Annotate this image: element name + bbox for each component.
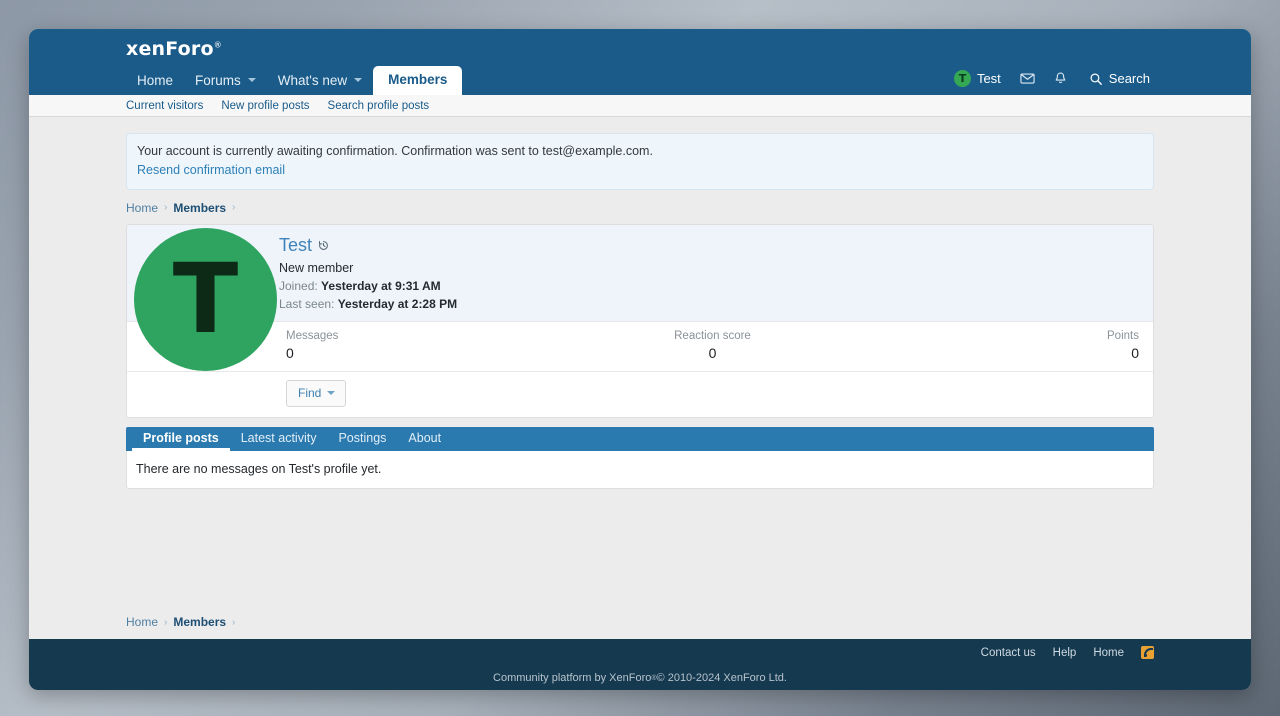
nav-item-whats-new[interactable]: What's new	[267, 68, 373, 96]
stat-points-label: Points	[855, 330, 1139, 342]
chevron-down-icon	[327, 391, 335, 395]
rss-icon[interactable]	[1141, 646, 1154, 659]
profile-stats: Messages 0 Reaction score 0 Points 0	[127, 321, 1153, 371]
tab-latest-activity[interactable]: Latest activity	[230, 427, 328, 451]
breadcrumb-separator: ›	[164, 617, 167, 628]
chevron-down-icon[interactable]	[354, 78, 362, 82]
page-body: Your account is currently awaiting confi…	[29, 117, 1251, 639]
stat-points: Points 0	[855, 330, 1139, 361]
stat-points-value: 0	[855, 345, 1139, 361]
find-button-label: Find	[298, 386, 321, 400]
footer-links: Contact us Help Home	[126, 639, 1154, 666]
breadcrumb-item-home[interactable]: Home	[126, 201, 158, 215]
subnav-item-new-profile-posts[interactable]: New profile posts	[221, 100, 309, 112]
footer-link-help[interactable]: Help	[1053, 647, 1077, 659]
joined-label: Joined:	[279, 279, 318, 293]
avatar[interactable]: T	[134, 228, 277, 371]
inbox-button[interactable]	[1011, 67, 1044, 90]
profile-tabs: Profile posts Latest activity Postings A…	[126, 427, 1154, 451]
breadcrumb: Home › Members ›	[126, 190, 1154, 224]
footer-copyright: Community platform by XenForo® © 2010-20…	[29, 666, 1251, 690]
breadcrumb-bottom: Home › Members ›	[29, 615, 1251, 629]
nav-item-members[interactable]: Members	[373, 66, 462, 96]
breadcrumb-item-members[interactable]: Members	[173, 201, 226, 215]
alerts-button[interactable]	[1044, 67, 1077, 90]
visitor-menu[interactable]: T Test	[948, 66, 1011, 91]
search-icon	[1089, 72, 1103, 86]
stat-messages: Messages 0	[286, 330, 570, 361]
secondary-navigation: Current visitors New profile posts Searc…	[29, 95, 1251, 117]
envelope-icon	[1020, 71, 1035, 86]
nav-item-members-label: Members	[388, 73, 447, 87]
search-button[interactable]: Search	[1077, 67, 1154, 90]
bell-icon	[1053, 71, 1068, 86]
stat-reaction-score-label: Reaction score	[570, 330, 854, 342]
breadcrumb-separator: ›	[232, 202, 235, 213]
account-confirmation-notice: Your account is currently awaiting confi…	[126, 133, 1154, 190]
main-navigation: Home Forums What's new Members T Tes	[126, 65, 1154, 95]
user-title: New member	[279, 261, 1139, 275]
breadcrumb-bottom-item-members[interactable]: Members	[173, 615, 226, 629]
visitor-name: Test	[977, 71, 1001, 86]
stat-reaction-score-value: 0	[570, 345, 854, 361]
site-logo-trademark: ®	[214, 41, 222, 50]
stat-messages-value: 0	[286, 345, 570, 361]
subnav-item-search-profile-posts[interactable]: Search profile posts	[328, 100, 430, 112]
profile-actions: Find	[127, 371, 1153, 417]
tab-profile-posts[interactable]: Profile posts	[132, 427, 230, 451]
nav-item-forums[interactable]: Forums	[184, 68, 267, 96]
nav-item-home-label: Home	[137, 74, 173, 88]
avatar: T	[954, 70, 971, 87]
profile-meta: Test New member Joined:	[279, 225, 1153, 322]
breadcrumb-separator: ›	[164, 202, 167, 213]
last-seen-value: Yesterday at 2:28 PM	[338, 297, 457, 311]
history-clock-icon[interactable]	[317, 239, 330, 252]
breadcrumb-bottom-item-home[interactable]: Home	[126, 615, 158, 629]
last-seen-line: Last seen: Yesterday at 2:28 PM	[279, 297, 1139, 311]
tab-about[interactable]: About	[397, 427, 452, 451]
profile-username: Test	[279, 236, 312, 256]
header-user-bar: T Test	[948, 66, 1154, 91]
nav-item-forums-label: Forums	[195, 74, 241, 88]
site-logo[interactable]: xenForo®	[126, 38, 222, 60]
notice-text: Your account is currently awaiting confi…	[137, 144, 1141, 159]
footer-copyright-suffix: © 2010-2024 XenForo Ltd.	[657, 672, 787, 684]
stat-reaction-score: Reaction score 0	[570, 330, 854, 361]
breadcrumb-separator: ›	[232, 617, 235, 628]
stat-messages-label: Messages	[286, 330, 570, 342]
resend-confirmation-email-link[interactable]: Resend confirmation email	[137, 163, 285, 178]
footer-link-contact-us[interactable]: Contact us	[981, 647, 1036, 659]
site-header: xenForo® Home Forums What's new Members	[29, 29, 1251, 95]
profile-posts-empty-state: There are no messages on Test's profile …	[126, 451, 1154, 489]
member-profile-card: T Test	[126, 224, 1154, 419]
joined-value: Yesterday at 9:31 AM	[321, 279, 441, 293]
browser-window: xenForo® Home Forums What's new Members	[29, 29, 1251, 690]
chevron-down-icon[interactable]	[248, 78, 256, 82]
avatar-column: T	[127, 225, 279, 322]
last-seen-label: Last seen:	[279, 297, 334, 311]
subnav-item-current-visitors[interactable]: Current visitors	[126, 100, 203, 112]
nav-item-home[interactable]: Home	[126, 68, 184, 96]
search-button-label: Search	[1109, 71, 1150, 86]
find-button[interactable]: Find	[286, 380, 346, 407]
page-title: Test	[279, 236, 1139, 256]
tab-postings[interactable]: Postings	[327, 427, 397, 451]
nav-item-whats-new-label: What's new	[278, 74, 347, 88]
site-footer: Contact us Help Home Community platform …	[29, 639, 1251, 690]
logo-row: xenForo®	[126, 29, 1154, 59]
footer-copyright-prefix: Community platform by XenForo	[493, 672, 651, 684]
footer-link-home[interactable]: Home	[1093, 647, 1124, 659]
site-logo-text: xenForo	[126, 38, 214, 60]
profile-header: T Test	[127, 225, 1153, 322]
joined-line: Joined: Yesterday at 9:31 AM	[279, 279, 1139, 293]
